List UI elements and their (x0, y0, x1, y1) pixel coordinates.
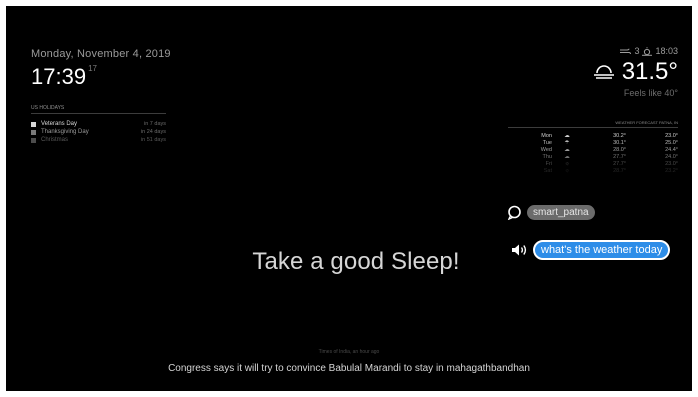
forecast-low: 24.4° (665, 146, 678, 153)
event-title: Christmas (41, 137, 69, 143)
calendar-icon (31, 137, 36, 143)
haze-icon (593, 65, 614, 79)
temperature-row: 31.5° (558, 58, 678, 86)
weather-forecast-module: WEATHER FORECAST PATNA, IN Mon ☁ 30.2° 2… (508, 120, 678, 174)
forecast-header: WEATHER FORECAST PATNA, IN (508, 120, 678, 128)
calendar-event: Thanksgiving Day in 24 days (31, 128, 166, 136)
forecast-day: Wed (540, 146, 552, 153)
news-headline: Congress says it will try to convince Ba… (168, 363, 530, 374)
forecast-low: 25.0° (665, 139, 678, 146)
calendar-event: Christmas in 51 days (31, 136, 166, 144)
rain-icon: ☂ (564, 139, 570, 146)
sunset-icon (642, 46, 653, 56)
forecast-high: 27.7° (613, 153, 626, 160)
forecast-low: 24.0° (665, 153, 678, 160)
event-title: Thanksgiving Day (41, 129, 89, 135)
forecast-day: Fri (545, 160, 552, 167)
center-message: Take a good Sleep! (252, 248, 460, 275)
event-time: in 7 days (143, 121, 166, 127)
clock-module: Monday, November 4, 2019 17:39 17 (31, 48, 201, 90)
forecast-low: 23.0° (665, 160, 678, 167)
forecast-day: Mon (541, 132, 552, 139)
forecast-day: Tue (542, 139, 552, 146)
forecast-row: Sat ☼ 28.7° 23.2° (508, 167, 678, 174)
clock-time: 17:39 17 (31, 64, 201, 90)
forecast-high: 30.1° (613, 139, 626, 146)
event-time: in 51 days (140, 137, 166, 143)
sunset-time: 18:03 (655, 46, 678, 56)
clock-seconds: 17 (88, 64, 97, 73)
sun-icon: ☼ (564, 160, 570, 167)
assistant-query-bubble: what's the weather today (533, 240, 671, 260)
sun-icon: ☼ (564, 167, 570, 174)
wind-speed: 3 (634, 46, 640, 56)
forecast-row: Thu ☁ 27.7° 24.0° (508, 153, 678, 160)
forecast-row: Wed ☁ 28.0° 24.4° (508, 146, 678, 153)
calendar-event: Veterans Day in 7 days (31, 120, 166, 128)
feels-like: Feels like 40° (623, 88, 678, 98)
calendar-module: US HOLIDAYS Veterans Day in 7 days Thank… (31, 105, 166, 144)
assistant-user-row: smart_patna (507, 205, 595, 220)
wind-icon (620, 48, 632, 54)
current-temperature: 31.5° (621, 58, 678, 85)
calendar-icon (31, 121, 36, 127)
chat-bubble-icon (507, 205, 521, 220)
forecast-high: 27.7° (613, 160, 626, 167)
forecast-row: Tue ☂ 30.1° 25.0° (508, 139, 678, 146)
assistant-user-bubble: smart_patna (527, 205, 595, 220)
forecast-low: 23.2° (665, 167, 678, 174)
forecast-day: Sat (543, 167, 552, 174)
forecast-high: 28.0° (613, 146, 626, 153)
clock-date: Monday, November 4, 2019 (31, 48, 171, 60)
event-title: Veterans Day (41, 121, 78, 127)
calendar-header: US HOLIDAYS (31, 105, 166, 114)
wind-sunset-row: 3 18:03 (558, 46, 678, 56)
forecast-day: Thu (542, 153, 552, 160)
cloudy-icon: ☁ (564, 132, 570, 139)
calendar-icon (31, 129, 36, 135)
cloudy-icon: ☁ (564, 146, 570, 153)
forecast-high: 28.7° (613, 167, 626, 174)
clock-time-value: 17:39 (31, 64, 87, 89)
cloudy-icon: ☁ (564, 153, 570, 160)
assistant-query-row: what's the weather today (511, 240, 671, 260)
speaker-icon (512, 244, 527, 256)
forecast-row: Fri ☼ 27.7° 23.0° (508, 160, 678, 167)
event-time: in 24 days (140, 129, 166, 135)
mirror-screen: Monday, November 4, 2019 17:39 17 US HOLI… (6, 6, 692, 391)
current-weather-module: 3 18:03 31.5° Feels like 40° (558, 46, 678, 98)
forecast-row: Mon ☁ 30.2° 23.0° (508, 132, 678, 139)
forecast-high: 30.2° (613, 132, 626, 139)
news-source: Times of India, an hour ago (318, 349, 380, 355)
forecast-low: 23.0° (665, 132, 678, 139)
